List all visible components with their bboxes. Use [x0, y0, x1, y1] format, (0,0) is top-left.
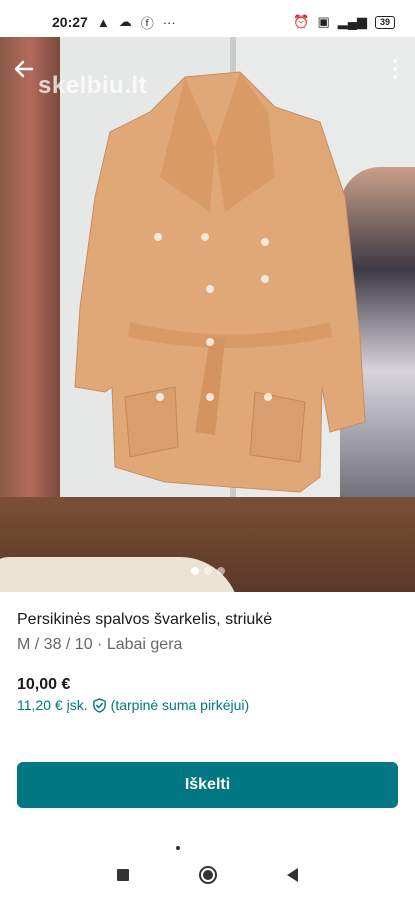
- carousel-dot[interactable]: [190, 567, 199, 575]
- more-vertical-icon[interactable]: [385, 55, 405, 83]
- clock: 20:27: [52, 14, 88, 30]
- signal-5g-icon: ▂▄▆: [337, 14, 367, 29]
- alarm-icon: ⏰: [293, 14, 310, 29]
- cloud-icon: ☁: [118, 14, 132, 29]
- warning-icon: ▲: [96, 14, 110, 30]
- carousel-dot[interactable]: [203, 567, 212, 575]
- bump-button[interactable]: Iškelti: [17, 762, 398, 808]
- battery-level: 39: [379, 17, 390, 27]
- price-incl-note: (tarpinė suma pirkėjui): [110, 697, 250, 713]
- home-icon[interactable]: [199, 866, 217, 884]
- carousel-dot[interactable]: [216, 567, 225, 575]
- price-incl-value: 11,20 €: [17, 697, 63, 713]
- battery-icon: 39: [374, 15, 395, 29]
- price-incl-label: įsk.: [66, 697, 88, 713]
- volte-icon: ▣: [317, 14, 330, 29]
- listing-photo[interactable]: skelbiu.lt: [0, 37, 415, 592]
- watermark: skelbiu.lt: [38, 72, 148, 99]
- recents-icon[interactable]: [117, 869, 129, 881]
- listing-details: M / 38 / 10 · Labai gera: [17, 636, 183, 653]
- coat-image: [74, 71, 366, 493]
- listing-title: Persikinės spalvos švarkelis, striukė: [17, 611, 273, 628]
- back-icon[interactable]: [287, 868, 298, 882]
- price-with-fee[interactable]: 11,20 € įsk. (tarpinė suma pirkėjui): [17, 697, 249, 713]
- more-dots-icon: ···: [162, 14, 176, 30]
- carousel-indicator: [0, 567, 415, 575]
- system-nav-bar: [0, 850, 415, 900]
- listing-price: 10,00 €: [17, 676, 71, 693]
- facebook-icon: ⓕ: [140, 15, 154, 31]
- back-arrow-icon[interactable]: [10, 55, 38, 83]
- shield-check-icon: [92, 697, 106, 713]
